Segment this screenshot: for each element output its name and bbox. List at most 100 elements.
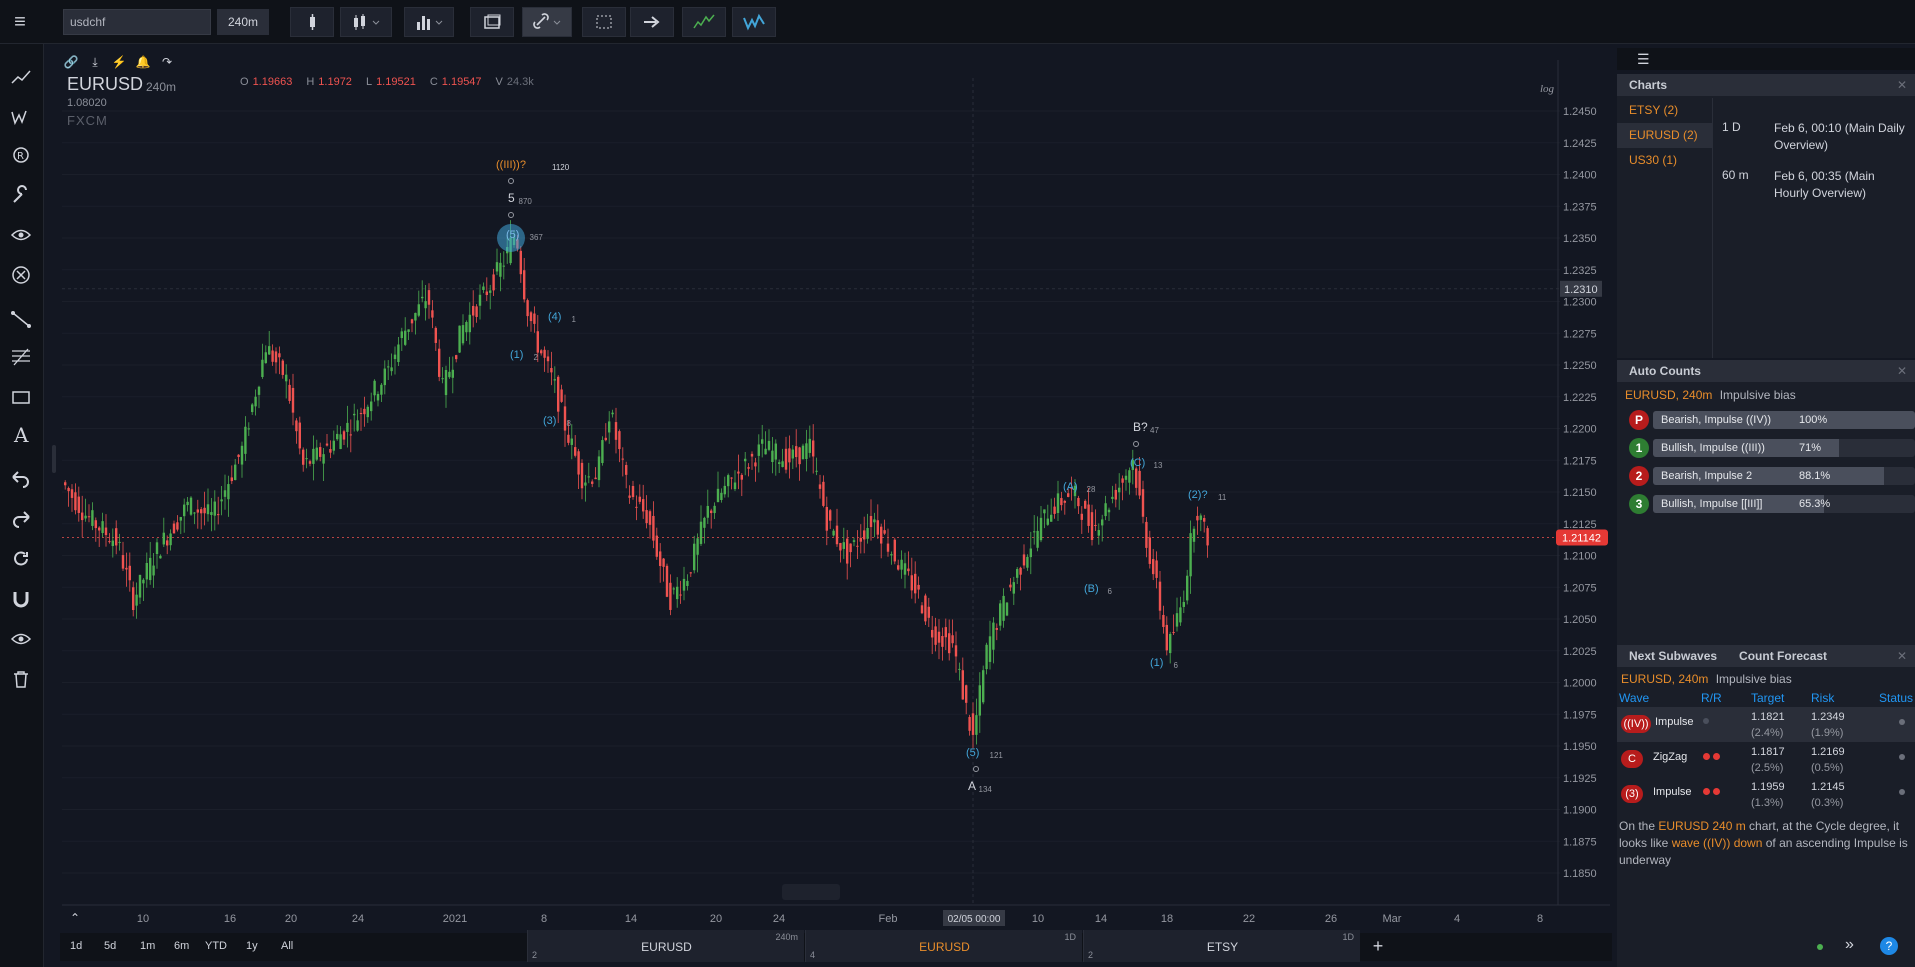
wave-label: (B): [1084, 583, 1099, 595]
alert-bell-icon[interactable]: 🔔: [134, 53, 152, 71]
candle-body: [1094, 525, 1097, 527]
expand-panel-icon[interactable]: »: [1845, 936, 1854, 954]
col-rr[interactable]: R/R: [1701, 689, 1751, 707]
count-probability-bar: Bearish, Impulse 2 88.1%: [1653, 467, 1915, 485]
status-dot: [1879, 777, 1915, 812]
candle-body: [795, 446, 798, 458]
help-icon[interactable]: ?: [1880, 937, 1898, 955]
candle-body: [713, 505, 716, 514]
candle-body: [393, 354, 397, 360]
candle-body: [1189, 533, 1192, 577]
close-icon[interactable]: ✕: [1897, 645, 1907, 667]
auto-count-row[interactable]: 3 Bullish, Impulse [[III]] 65.3%: [1625, 490, 1915, 518]
wave-label-count: 11: [1218, 493, 1227, 502]
candle-body: [546, 356, 550, 362]
candle-body: [931, 629, 934, 638]
candle-body: [621, 458, 624, 460]
link-chart-icon[interactable]: 🔗: [62, 53, 80, 71]
wave-label: (5): [966, 747, 979, 759]
chart-list-item[interactable]: ETSY (2): [1617, 98, 1712, 123]
subwave-row[interactable]: ((IV)) Impulse 1.1821 (2.4%) 1.2349 (1.9%): [1617, 707, 1915, 742]
candle-body: [699, 521, 703, 544]
candle-body: [1012, 582, 1015, 594]
tab-next-subwaves[interactable]: Next Subwaves: [1629, 645, 1717, 667]
candle-body: [155, 542, 159, 555]
candle-body: [611, 412, 614, 415]
tab-count-forecast[interactable]: Count Forecast: [1739, 645, 1827, 667]
candle-body: [523, 270, 526, 300]
auto-count-row[interactable]: P Bearish, Impulse ((IV)) 100%: [1625, 406, 1915, 434]
candle-body: [478, 294, 482, 306]
auto-count-row[interactable]: 2 Bearish, Impulse 2 88.1%: [1625, 462, 1915, 490]
chart-actions: 🔗 ⤓ ⚡ 🔔 ↷: [62, 53, 176, 73]
subwave-row[interactable]: C ZigZag 1.1817 (2.5%) 1.2169 (0.5%): [1617, 742, 1915, 777]
target-value: 1.1817: [1751, 746, 1785, 758]
subwave-row[interactable]: (3) Impulse 1.1959 (1.3%) 1.2145 (0.3%): [1617, 777, 1915, 812]
chart-tab[interactable]: ETSY 1D 2: [1083, 930, 1360, 962]
col-risk[interactable]: Risk: [1811, 689, 1879, 707]
col-status[interactable]: Status: [1879, 689, 1915, 707]
candle-body: [495, 262, 499, 272]
col-wave[interactable]: Wave: [1617, 689, 1701, 707]
candle-body: [169, 533, 172, 546]
chart-detail-row[interactable]: 60 m Feb 6, 00:35 (Main Hourly Overview): [1722, 168, 1912, 202]
candle-body: [897, 565, 900, 570]
subwaves-header: Next Subwaves Count Forecast ✕: [1617, 645, 1915, 667]
price-tick-label: 1.2375: [1563, 201, 1597, 213]
range-button[interactable]: 6m: [174, 940, 189, 952]
auto-counts-header: Auto Counts ✕: [1617, 360, 1915, 382]
panel-menu-icon[interactable]: ☰: [1637, 51, 1650, 68]
price-tick-label: 1.2450: [1563, 106, 1597, 118]
time-tick-label: 18: [1161, 913, 1173, 925]
candle-body: [492, 274, 495, 291]
range-button[interactable]: 1d: [70, 940, 82, 952]
candle-body: [540, 350, 543, 354]
chart-detail-row[interactable]: 1 D Feb 6, 00:10 (Main Daily Overview): [1722, 120, 1912, 154]
wave-label: B?: [1133, 420, 1148, 434]
close-icon[interactable]: ✕: [1897, 74, 1907, 96]
candle-body: [383, 368, 386, 386]
range-button[interactable]: All: [281, 940, 293, 952]
candle-body: [771, 450, 774, 463]
time-tick-label: 8: [541, 913, 547, 925]
count-rank-badge: 2: [1629, 466, 1649, 486]
wave-label: (A): [1063, 481, 1078, 493]
scroll-up-icon: ⌃: [70, 911, 80, 925]
log-scale-toggle[interactable]: log: [1540, 83, 1555, 95]
charts-detail-list: 1 D Feb 6, 00:10 (Main Daily Overview) 60 …: [1722, 120, 1912, 216]
price-chart[interactable]: 1.2450 1.2425 1.2400 1.2375 1.2350 1.2325 1.23…: [0, 0, 1615, 930]
col-target[interactable]: Target: [1751, 689, 1811, 707]
add-tab-icon[interactable]: +: [1368, 936, 1388, 956]
chart-tab[interactable]: EURUSD 240m 2: [527, 930, 804, 962]
candle-body: [1172, 632, 1175, 634]
candle-body: [1114, 489, 1117, 500]
auto-count-row[interactable]: 1 Bullish, Impulse ((III)) 71%: [1625, 434, 1915, 462]
candle-body: [138, 574, 142, 598]
candle-body: [604, 437, 607, 441]
rr-dots: [1701, 707, 1751, 742]
subwaves-bias: Impulsive bias: [1715, 672, 1792, 686]
wave-label: (2)?: [1188, 489, 1208, 501]
candle-body: [1152, 559, 1155, 575]
lightning-icon[interactable]: ⚡: [110, 53, 128, 71]
candle-body: [1118, 487, 1121, 493]
candle-body: [570, 438, 573, 445]
candle-body: [903, 563, 907, 575]
ohlc-key: C: [429, 76, 438, 88]
candle-body: [934, 626, 937, 645]
chart-list-item[interactable]: US30 (1): [1617, 148, 1712, 173]
range-button[interactable]: 1m: [140, 940, 155, 952]
download-icon[interactable]: ⤓: [86, 53, 104, 71]
range-button[interactable]: 1y: [246, 940, 258, 952]
candle-body: [329, 449, 332, 453]
candle-body: [594, 477, 597, 480]
chart-list-item[interactable]: EURUSD (2): [1617, 123, 1712, 148]
candle-body: [1053, 506, 1056, 514]
candle-body: [591, 481, 594, 484]
chart-tab[interactable]: EURUSD 1D 4: [805, 930, 1082, 962]
range-button[interactable]: YTD: [205, 940, 227, 952]
close-icon[interactable]: ✕: [1897, 360, 1907, 382]
share-arrow-icon[interactable]: ↷: [158, 53, 176, 71]
price-tick-label: 1.1900: [1563, 805, 1597, 817]
range-button[interactable]: 5d: [104, 940, 116, 952]
